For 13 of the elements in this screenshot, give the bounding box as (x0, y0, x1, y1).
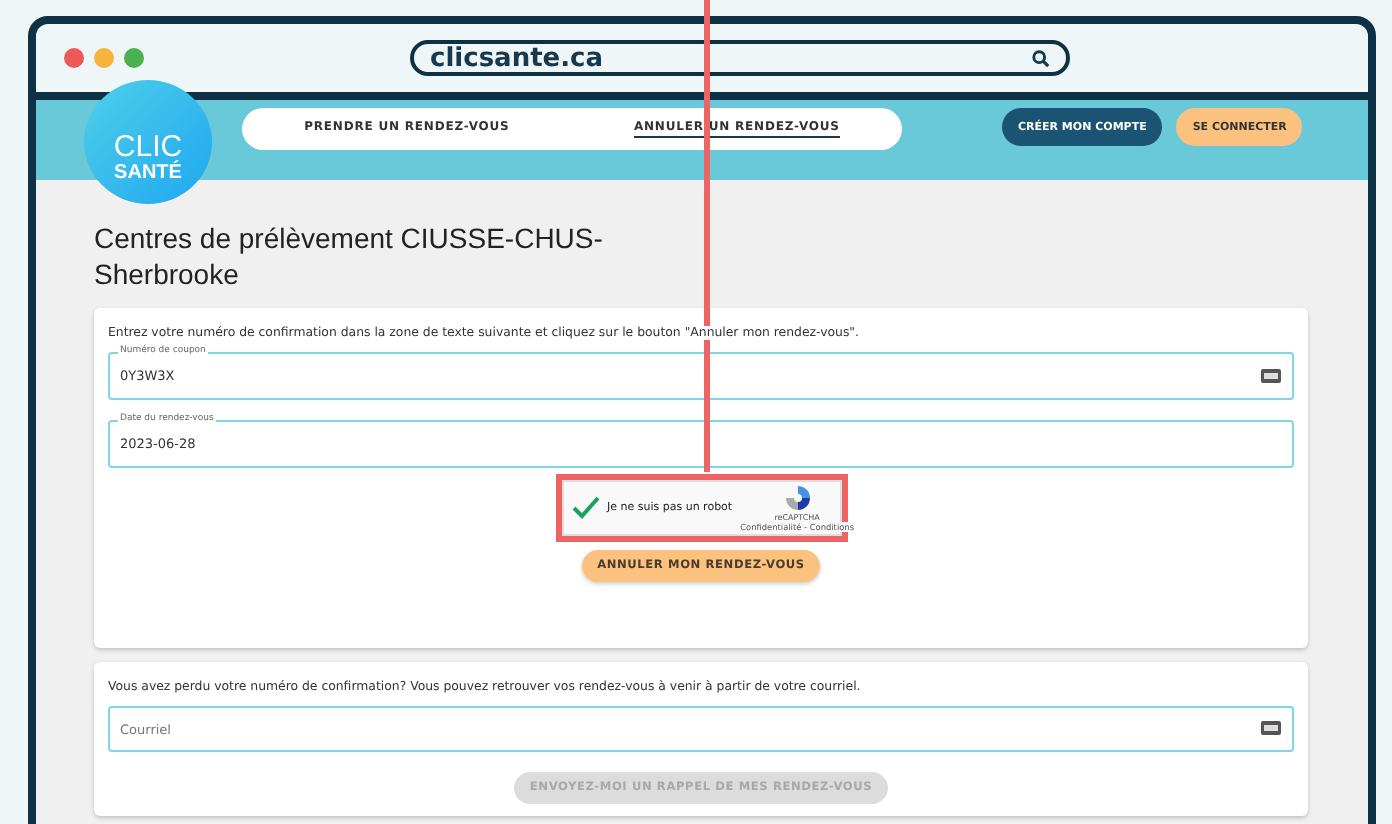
logo-text: SANTÉ (114, 162, 182, 184)
ticket-icon (1260, 368, 1282, 384)
logo-text: CLIC (113, 132, 183, 162)
search-icon[interactable] (1032, 49, 1050, 67)
ticket-icon (1260, 720, 1282, 736)
close-dot-icon[interactable] (64, 48, 84, 68)
recaptcha-logo-icon (783, 484, 812, 512)
address-bar[interactable]: clicsante.ca (410, 40, 1070, 76)
maximize-dot-icon[interactable] (124, 48, 144, 68)
page-title: Centres de prélèvement CIUSSE-CHUS-Sherbrooke (94, 220, 605, 294)
minimize-dot-icon[interactable] (94, 48, 114, 68)
url-text: clicsante.ca (430, 43, 604, 73)
check-icon[interactable] (571, 496, 599, 520)
